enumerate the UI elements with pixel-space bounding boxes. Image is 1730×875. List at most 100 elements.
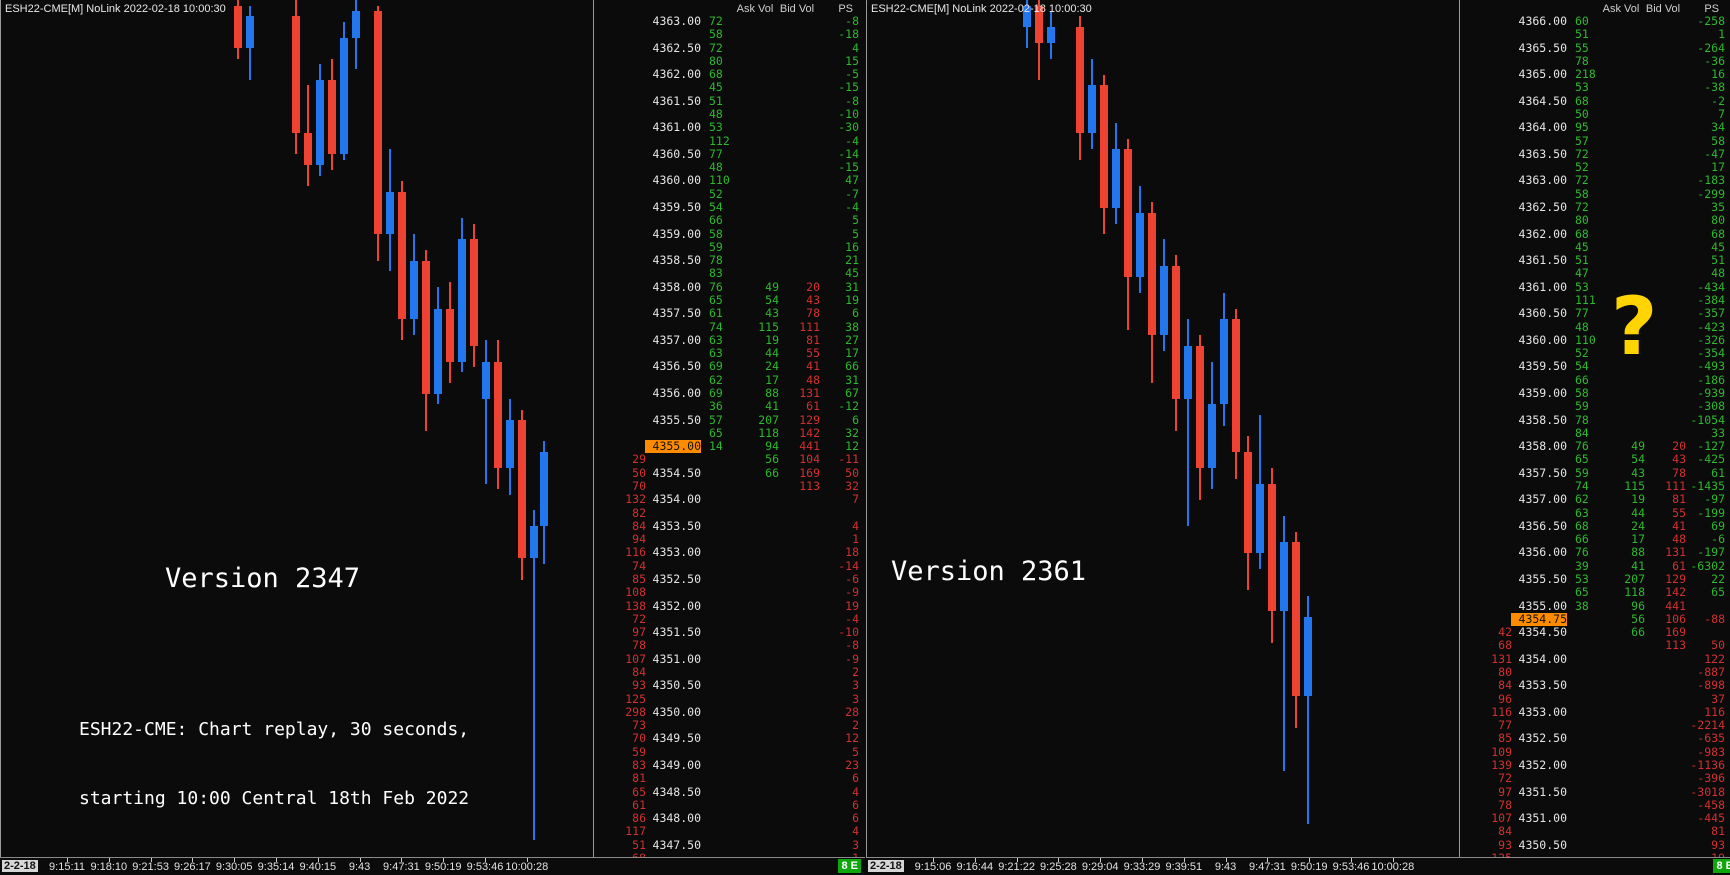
ladder-row[interactable]: 4357.00 63 19 81 27 — [595, 333, 865, 348]
ps-cell: 122 — [1704, 651, 1725, 666]
ask-vol-cell: 88 — [765, 386, 779, 400]
ladder-row[interactable]: 4363.00 72 -183 — [1461, 174, 1730, 188]
ladder-row[interactable]: 4359.50 54 -493 — [1461, 360, 1730, 374]
ps-cell: 61 — [1711, 465, 1725, 480]
ladder-row[interactable]: 53 -38 — [1461, 81, 1730, 95]
ladder-row[interactable]: 62 17 48 31 — [595, 373, 865, 388]
ladder-row[interactable]: 65 54 43 -425 — [1461, 453, 1730, 467]
ladder-row[interactable]: 52 17 — [1461, 160, 1730, 175]
vol-right-cell: 58 — [709, 226, 723, 241]
ladder-row[interactable]: 4362.50 72 35 — [1461, 200, 1730, 215]
time-label: 9:26:17 — [174, 861, 211, 873]
ladder-row[interactable]: 58 -299 — [1461, 187, 1730, 202]
ladder-row[interactable]: 4365.50 55 -264 — [1461, 41, 1730, 56]
ladder-row[interactable]: 4360.50 77 -14 — [595, 146, 865, 162]
ladder-row[interactable]: 4358.00 76 49 20 31 — [595, 279, 865, 295]
chart-area[interactable]: ESH22-CME[M] NoLink 2022-02-18 10:00:30 … — [866, 0, 1460, 857]
ladder-row[interactable]: 4359.50 54 -4 — [595, 200, 865, 215]
ladder-row[interactable]: 45 -15 — [595, 81, 865, 95]
time-label: 9:53:46 — [466, 861, 504, 873]
ps-cell: -186 — [1697, 372, 1725, 387]
ladder-row[interactable]: 59 16 — [595, 240, 865, 255]
price-cell: 4355.50 — [1518, 572, 1567, 586]
ladder-row[interactable]: 111 -384 — [1461, 293, 1730, 308]
ladder-row[interactable]: 4360.00 110 47 — [595, 174, 865, 188]
ladder-row[interactable]: 4358.50 78 -1054 — [1461, 412, 1730, 428]
ladder-row[interactable]: 4359.00 58 -939 — [1461, 386, 1730, 401]
ladder-row[interactable]: 57 58 — [1461, 133, 1730, 149]
ladder-row[interactable]: 66 5 — [595, 213, 865, 228]
ladder-row[interactable]: 48 -10 — [595, 107, 865, 122]
ladder-row[interactable]: 4361.00 53 -30 — [595, 120, 865, 135]
ps-cell: -1435 — [1690, 479, 1725, 493]
ps-cell: 116 — [1704, 704, 1725, 719]
ladder-row[interactable]: 80 15 — [595, 54, 865, 69]
ladder-row[interactable]: 47 48 — [1461, 267, 1730, 281]
ladder-row[interactable]: 112 -4 — [595, 134, 865, 149]
ladder-row[interactable]: 51 1 — [1461, 27, 1730, 42]
ladder-row[interactable]: 4364.00 95 34 — [1461, 120, 1730, 135]
ladder-row[interactable]: 4356.50 69 24 41 66 — [595, 360, 865, 374]
ladder-row[interactable]: 63 44 55 17 — [595, 346, 865, 361]
ladder-row[interactable]: 4356.50 68 24 41 69 — [1461, 519, 1730, 534]
ladder-row[interactable]: 4355.50 53 207 129 22 — [1461, 572, 1730, 587]
ladder-row[interactable]: 4357.00 62 19 81 -97 — [1461, 492, 1730, 507]
ladder-row[interactable]: 4361.50 51 51 — [1461, 253, 1730, 268]
ladder-row[interactable]: 66 -186 — [1461, 372, 1730, 388]
ladder-row[interactable]: 52 -354 — [1461, 346, 1730, 361]
ladder-row[interactable]: 39 41 61 -6302 — [1461, 559, 1730, 574]
ladder-row[interactable]: 36 41 61 -12 — [595, 399, 865, 414]
ladder-row[interactable]: 4365.00 218 16 — [1461, 67, 1730, 82]
ps-cell: 16 — [1711, 67, 1725, 82]
time-label: 9:29:04 — [1081, 861, 1119, 873]
ladder-row[interactable]: 74 115 111 -1435 — [1461, 479, 1730, 494]
ladder-row[interactable]: 4363.50 72 -47 — [1461, 146, 1730, 162]
ladder-row[interactable]: 4362.00 68 68 — [1461, 227, 1730, 242]
ladder-row[interactable]: 80 80 — [1461, 213, 1730, 228]
ladder-row[interactable]: 52 -7 — [595, 187, 865, 202]
vol-right-cell: 72 — [1575, 146, 1589, 161]
ladder-row[interactable]: 4363.00 72 -8 — [595, 14, 865, 29]
ladder-row[interactable]: 4362.00 68 -5 — [595, 67, 865, 82]
dom-ladder[interactable]: Ask Vol Bid Vol PS 4363.00 72 -8 58 -18 4362.… — [595, 0, 865, 857]
ladder-row[interactable]: 65 118 142 65 — [1461, 585, 1730, 600]
ladder-row[interactable]: 4359.00 58 5 — [595, 226, 865, 242]
ps-cell: -1054 — [1690, 412, 1725, 427]
ladder-row[interactable]: 4355.50 57 207 129 6 — [595, 413, 865, 428]
vol-right-cell: 77 — [709, 146, 723, 161]
vol-left-cell: 70 — [632, 479, 646, 493]
ladder-row[interactable]: 83 45 — [595, 267, 865, 281]
ps-cell: 2 — [852, 718, 859, 733]
price-cell: 4350.00 — [652, 704, 701, 719]
ladder-row[interactable]: 66 17 48 -6 — [1461, 532, 1730, 547]
ladder-row[interactable]: 48 -15 — [595, 160, 865, 175]
vol-left-cell: 59 — [632, 744, 646, 759]
ladder-row[interactable]: 84 33 — [1461, 426, 1730, 441]
ladder-row[interactable]: 74 115 111 38 — [595, 320, 865, 335]
ladder-row[interactable]: 4360.00 110 -326 — [1461, 333, 1730, 348]
ladder-row[interactable]: 4362.50 72 4 — [595, 41, 865, 56]
ladder-row[interactable]: 4358.50 78 21 — [595, 253, 865, 268]
dom-ladder[interactable]: Ask Vol Bid Vol PS 4366.00 60 -258 51 1 4365.… — [1461, 0, 1730, 857]
ladder-row[interactable]: 4360.50 77 -357 — [1461, 306, 1730, 321]
ladder-row[interactable]: 63 44 55 -199 — [1461, 506, 1730, 521]
ps-cell: -127 — [1697, 439, 1725, 454]
ladder-row[interactable]: 45 45 — [1461, 240, 1730, 255]
chart-area[interactable]: ESH22-CME[M] NoLink 2022-02-18 10:00:30 … — [0, 0, 594, 857]
ladder-row[interactable]: 65 118 142 32 — [595, 426, 865, 441]
ladder-row[interactable]: 65 54 43 19 — [595, 293, 865, 308]
ps-cell: 31 — [845, 279, 859, 294]
ladder-row[interactable]: 4357.50 61 43 78 6 — [595, 306, 865, 321]
ladder-row[interactable]: 4356.00 69 88 131 67 — [595, 386, 865, 401]
ladder-row[interactable]: 4364.50 68 -2 — [1461, 94, 1730, 109]
ps-cell: 18 — [845, 545, 859, 560]
ps-cell: -5 — [845, 67, 859, 82]
ladder-row[interactable]: 4358.00 76 49 20 -127 — [1461, 439, 1730, 454]
ladder-row[interactable]: 4366.00 60 -258 — [1461, 14, 1730, 29]
ladder-row[interactable]: 58 -18 — [595, 27, 865, 42]
ladder-row[interactable]: 4361.50 51 -8 — [595, 94, 865, 109]
price-cell: 4357.50 — [1518, 465, 1567, 480]
ps-cell: 58 — [1711, 133, 1725, 148]
ladder-row[interactable]: 4355.00 38 96 441 — [1461, 599, 1730, 614]
ladder-row[interactable]: 50 7 — [1461, 107, 1730, 122]
